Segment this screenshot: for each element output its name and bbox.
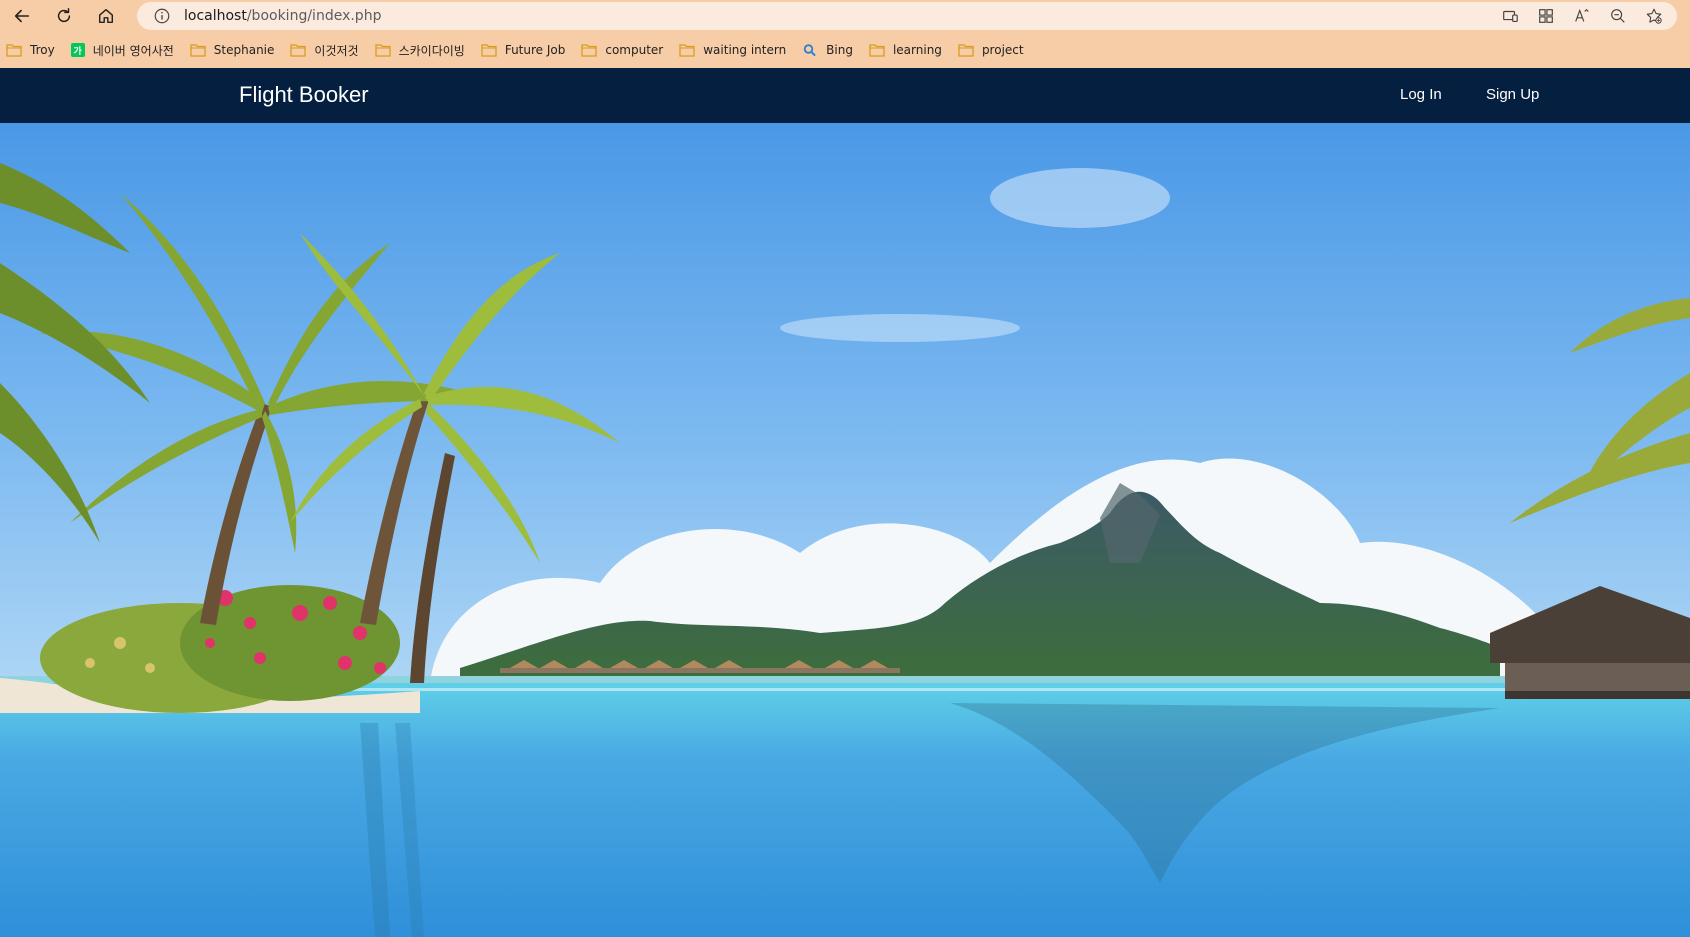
folder-icon xyxy=(958,43,974,57)
bookmarks-bar: Troy 가 네이버 영어사전 Stephanie 이것저것 스카이다이빙 Fu… xyxy=(0,32,1690,68)
bookmark-label: 네이버 영어사전 xyxy=(92,43,174,58)
folder-icon xyxy=(581,43,598,57)
bookmark-label: project xyxy=(981,43,1024,57)
bookmark-label: Stephanie xyxy=(213,43,275,57)
folder-icon xyxy=(290,43,307,57)
hero-image xyxy=(0,123,1690,937)
browser-toolbar: localhost/booking/index.php xyxy=(0,0,1690,32)
folder-icon xyxy=(481,43,497,57)
site-navbar: Flight Booker Log In Sign Up xyxy=(0,68,1690,123)
home-button[interactable] xyxy=(90,2,122,30)
tropical-lagoon-scene xyxy=(0,123,1690,937)
bookmark-label: waiting intern xyxy=(703,43,787,57)
naver-icon: 가 xyxy=(70,43,85,57)
folder-icon xyxy=(6,43,22,57)
bookmark-label: Bing xyxy=(826,43,853,57)
refresh-icon xyxy=(57,8,71,23)
bookmark-naver-dictionary[interactable]: 가 네이버 영어사전 xyxy=(70,37,182,63)
folder-icon xyxy=(679,43,695,57)
bookmark-label: computer xyxy=(605,43,664,57)
extensions-icon[interactable] xyxy=(1535,5,1557,27)
bookmark-label: 스카이다이빙 xyxy=(398,43,465,58)
refresh-button[interactable] xyxy=(48,2,80,30)
folder-icon xyxy=(190,43,206,57)
zoom-out-icon[interactable] xyxy=(1607,5,1629,27)
address-bar[interactable]: localhost/booking/index.php xyxy=(137,2,1677,30)
bookmark-skydiving[interactable]: 스카이다이빙 xyxy=(374,37,473,63)
bookmark-project[interactable]: project xyxy=(958,37,1032,63)
bookmark-label: Troy xyxy=(30,43,55,57)
site-info-icon[interactable] xyxy=(152,6,172,26)
bookmark-bing[interactable]: Bing xyxy=(802,37,861,63)
url-path: /booking/index.php xyxy=(246,8,382,24)
back-button[interactable] xyxy=(6,2,38,30)
add-favorite-icon[interactable] xyxy=(1643,5,1665,27)
bing-search-icon xyxy=(802,43,818,57)
signup-link[interactable]: Sign Up xyxy=(1486,86,1539,103)
bookmark-label: learning xyxy=(892,43,942,57)
bookmark-troy[interactable]: Troy xyxy=(6,37,63,63)
url-host: localhost xyxy=(184,8,247,24)
login-link[interactable]: Log In xyxy=(1400,86,1442,103)
read-aloud-icon[interactable] xyxy=(1571,5,1593,27)
brand-logo[interactable]: Flight Booker xyxy=(239,82,369,108)
bookmark-learning[interactable]: learning xyxy=(869,37,950,63)
home-icon xyxy=(98,8,114,24)
bookmark-misc[interactable]: 이것저것 xyxy=(290,37,366,63)
bookmark-label: Future Job xyxy=(504,43,566,57)
app-available-icon[interactable] xyxy=(1499,5,1521,27)
url-text[interactable]: localhost/booking/index.php xyxy=(184,8,381,24)
folder-icon xyxy=(869,43,885,57)
address-bar-actions xyxy=(1499,2,1665,30)
bookmark-label: 이것저것 xyxy=(314,43,359,58)
folder-icon xyxy=(374,43,391,57)
bookmark-stephanie[interactable]: Stephanie xyxy=(190,37,283,63)
bookmark-computer[interactable]: computer xyxy=(581,37,671,63)
bookmark-waiting-intern[interactable]: waiting intern xyxy=(679,37,794,63)
bookmark-future-job[interactable]: Future Job xyxy=(481,37,574,63)
back-arrow-icon xyxy=(14,9,30,23)
